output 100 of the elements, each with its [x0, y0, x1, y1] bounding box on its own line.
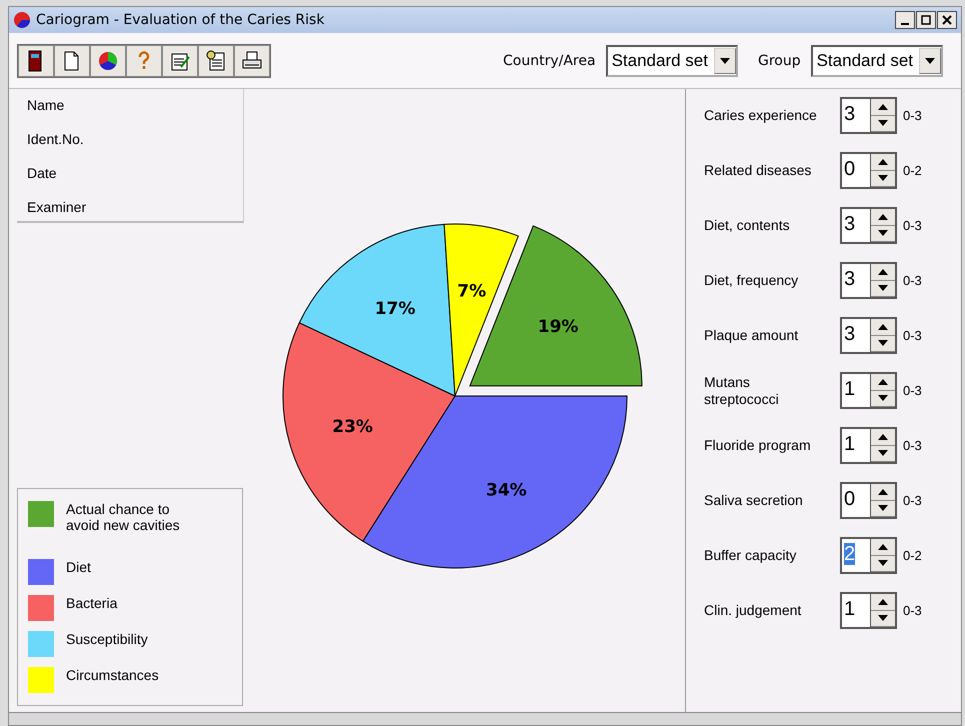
toolbar-button[interactable]	[18, 44, 54, 76]
spin-down-button[interactable]	[871, 226, 895, 242]
legend-label: Circumstances	[66, 667, 160, 684]
up-arrow-icon	[878, 324, 888, 330]
toolbar-button[interactable]	[234, 44, 270, 76]
down-arrow-icon	[878, 615, 888, 622]
spin-field[interactable]: 1	[840, 427, 897, 464]
spin-field[interactable]: 3	[840, 207, 897, 244]
spin-up-button[interactable]	[871, 99, 895, 116]
spin-down-button[interactable]	[871, 336, 895, 352]
minimize-button[interactable]	[895, 11, 915, 29]
down-arrow-icon	[878, 120, 888, 126]
parameter-label: Clin. judgement	[704, 602, 802, 619]
selector-label: Group	[758, 52, 801, 68]
minimize-icon	[901, 22, 909, 24]
slice-label: 17%	[374, 298, 415, 318]
spin-down-button[interactable]	[871, 556, 895, 572]
spin-up-button[interactable]	[871, 429, 895, 446]
range-text: 0-3	[903, 438, 922, 453]
range-text: 0-2	[903, 163, 922, 178]
up-arrow-icon	[878, 214, 888, 220]
toolbar-button[interactable]	[198, 44, 234, 76]
spin-up-button[interactable]	[871, 374, 895, 390]
up-arrow-icon	[878, 104, 888, 110]
range-text: 0-3	[903, 273, 922, 288]
up-arrow-icon	[878, 488, 888, 495]
field-label: Ident.No.	[27, 131, 85, 147]
range-text: 0-3	[903, 328, 922, 343]
window-title: Cariogram - Evaluation of the Caries Risk	[36, 12, 326, 28]
spin-up-button[interactable]	[871, 154, 895, 170]
spin-field[interactable]: 3	[840, 262, 897, 299]
range-text: 0-3	[903, 493, 922, 508]
field-label: Examiner	[27, 199, 88, 215]
dropdown[interactable]: Standard set	[606, 44, 738, 76]
down-arrow-icon	[878, 560, 888, 566]
spin-down-button[interactable]	[871, 116, 895, 132]
spin-field[interactable]: 0	[840, 152, 897, 189]
down-arrow-icon	[878, 450, 888, 456]
maximize-button[interactable]	[916, 11, 936, 29]
toolbar-button[interactable]	[162, 44, 198, 76]
spin-field[interactable]: 2	[840, 537, 897, 574]
parameter-label: Diet, frequency	[704, 272, 800, 289]
slice-label: 23%	[332, 416, 372, 436]
range-text: 0-3	[903, 383, 922, 398]
spin-down-button[interactable]	[871, 170, 895, 187]
field-label: Name	[27, 97, 66, 113]
down-arrow-icon	[878, 505, 888, 512]
spin-up-button[interactable]	[871, 594, 895, 610]
spin-field[interactable]: 0	[840, 482, 897, 519]
parameter-label: Buffer capacity	[704, 547, 798, 564]
parameter-label: Related diseases	[704, 162, 812, 179]
spin-field[interactable]: 3	[840, 317, 897, 354]
spin-field[interactable]: 3	[840, 97, 897, 134]
slice-label: 34%	[486, 480, 526, 500]
document-icon	[205, 50, 227, 72]
spin-field[interactable]: 1	[840, 592, 897, 629]
parameter-label: Fluoride program	[704, 437, 812, 454]
parameter-label: Caries experience	[704, 107, 818, 124]
close-icon	[942, 15, 952, 25]
range-text: 0-3	[903, 218, 922, 233]
up-arrow-icon	[878, 434, 888, 440]
spin-up-button[interactable]	[871, 264, 895, 280]
down-arrow-icon	[878, 230, 888, 236]
selector-label: Country/Area	[503, 52, 596, 68]
spin-down-button[interactable]	[871, 390, 895, 407]
spin-field[interactable]: 1	[840, 372, 897, 409]
range-text: 0-2	[903, 548, 922, 563]
spin-down-button[interactable]	[871, 500, 895, 517]
up-arrow-icon	[878, 598, 888, 605]
slice-label: 7%	[456, 281, 486, 302]
range-text: 0-3	[903, 108, 922, 123]
toolbar-button[interactable]	[90, 44, 126, 76]
field-label: Date	[27, 165, 58, 181]
parameter-label: Mutans streptococci	[704, 374, 780, 407]
spin-down-button[interactable]	[871, 610, 895, 627]
spin-up-button[interactable]	[871, 319, 895, 336]
close-button[interactable]	[937, 11, 957, 29]
dropdown[interactable]: Standard set	[810, 44, 943, 76]
printer-icon	[241, 50, 263, 72]
up-arrow-icon	[878, 544, 888, 550]
range-text: 0-3	[903, 603, 922, 618]
spin-down-button[interactable]	[871, 446, 895, 462]
spin-up-button[interactable]	[871, 484, 895, 500]
down-arrow-icon	[878, 395, 888, 402]
spin-down-button[interactable]	[871, 280, 895, 297]
legend-label: Diet	[66, 559, 92, 576]
slice-label: 19%	[537, 316, 578, 336]
maximize-icon	[921, 15, 931, 25]
parameter-label: Plaque amount	[704, 327, 800, 344]
parameter-label: Saliva secretion	[704, 492, 804, 509]
down-arrow-icon	[878, 340, 888, 346]
up-arrow-icon	[878, 158, 888, 165]
spin-up-button[interactable]	[871, 209, 895, 226]
down-arrow-icon	[878, 175, 888, 182]
dropdown-arrow-icon	[925, 58, 935, 64]
spin-up-button[interactable]	[871, 539, 895, 556]
legend-label: Susceptibility	[66, 631, 149, 648]
toolbar-button[interactable]	[54, 44, 90, 76]
dropdown-arrow-icon	[720, 58, 730, 64]
pie-icon	[97, 50, 119, 72]
